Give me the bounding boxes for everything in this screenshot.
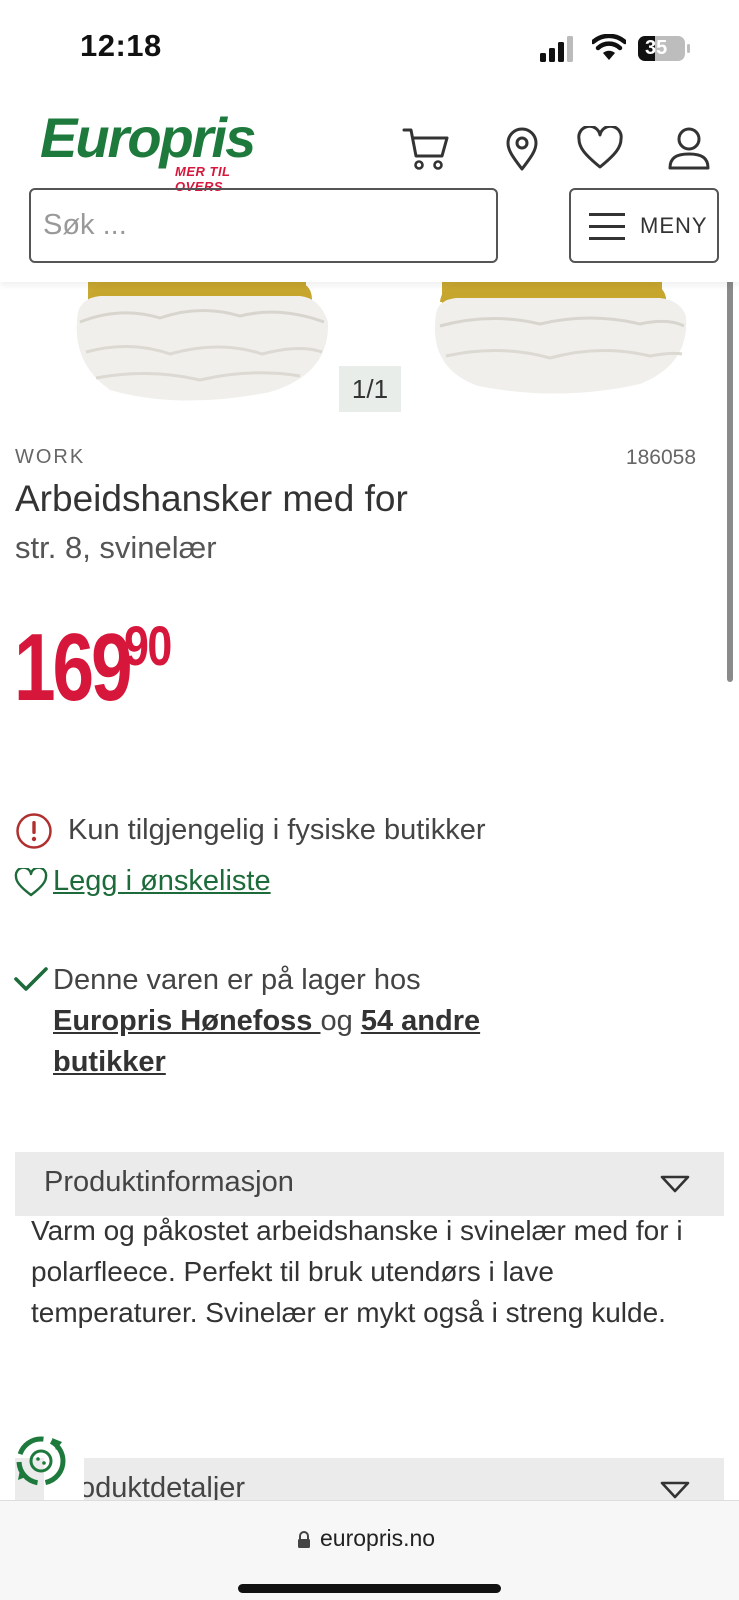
battery-level: 35 (645, 37, 668, 59)
menu-button[interactable]: MENY (569, 188, 719, 263)
user-icon[interactable] (665, 126, 713, 172)
accordion-produktdetaljer[interactable]: oduktdetaljer (15, 1458, 724, 1500)
availability-text: Kun tilgjengelig i fysiske butikker (68, 814, 486, 846)
wifi-icon (592, 34, 626, 60)
status-time: 12:18 (80, 28, 162, 63)
product-price: 169 90 (14, 614, 172, 721)
recycle-widget-icon[interactable] (12, 1432, 70, 1490)
image-counter: 1/1 (339, 366, 401, 412)
product-description: Varm og påkostet arbeidshanske i svinelæ… (31, 1215, 683, 1328)
location-pin-icon[interactable] (498, 126, 546, 172)
wishlist-label: Legg i ønskeliste (53, 865, 271, 897)
price-ore: 90 (124, 614, 172, 677)
store-link-honefoss[interactable]: Europris Hønefoss (53, 1005, 321, 1037)
page-scrollbar[interactable] (727, 276, 733, 682)
cart-icon[interactable] (402, 126, 450, 172)
search-input[interactable]: Søk ... (29, 188, 498, 263)
other-stores-link-cont[interactable]: butikker (53, 1046, 166, 1078)
stock-and: og (320, 1005, 353, 1037)
cellular-signal-icon (540, 36, 573, 62)
menu-label: MENY (640, 213, 708, 238)
url-text: europris.no (320, 1525, 436, 1551)
accordion-title: oduktdetaljer (79, 1472, 246, 1500)
caret-down-icon (660, 1481, 690, 1499)
accordion-title: Produktinformasjon (44, 1166, 294, 1198)
logo-wordmark: Europris (40, 106, 256, 169)
caret-down-icon (660, 1175, 690, 1193)
checkmark-icon (14, 967, 48, 991)
battery-icon: 35 (637, 35, 691, 62)
heart-outline-icon (14, 868, 48, 897)
accordion-produktinformasjon[interactable]: Produktinformasjon (15, 1152, 724, 1216)
other-stores-link[interactable]: 54 andre (361, 1005, 480, 1037)
product-brand[interactable]: WORK (15, 446, 85, 469)
stock-stores: Europris Hønefoss og 54 andre (53, 1001, 480, 1042)
lock-icon (298, 1531, 310, 1548)
stock-stores-cont: butikker (53, 1042, 166, 1083)
stock-text: Denne varen er på lager hos (53, 964, 421, 996)
alert-circle-icon (16, 813, 52, 849)
europris-logo[interactable]: Europris MER TIL OVERS (40, 106, 280, 195)
home-indicator[interactable] (238, 1584, 501, 1593)
status-bar: 12:18 35 (0, 0, 739, 96)
product-sku: 186058 (625, 446, 696, 469)
product-subtitle: str. 8, svinelær (15, 530, 217, 565)
heart-icon[interactable] (576, 126, 624, 172)
price-kroner: 169 (14, 614, 133, 721)
hamburger-icon (589, 213, 625, 240)
product-title: Arbeidshansker med for (15, 478, 408, 519)
